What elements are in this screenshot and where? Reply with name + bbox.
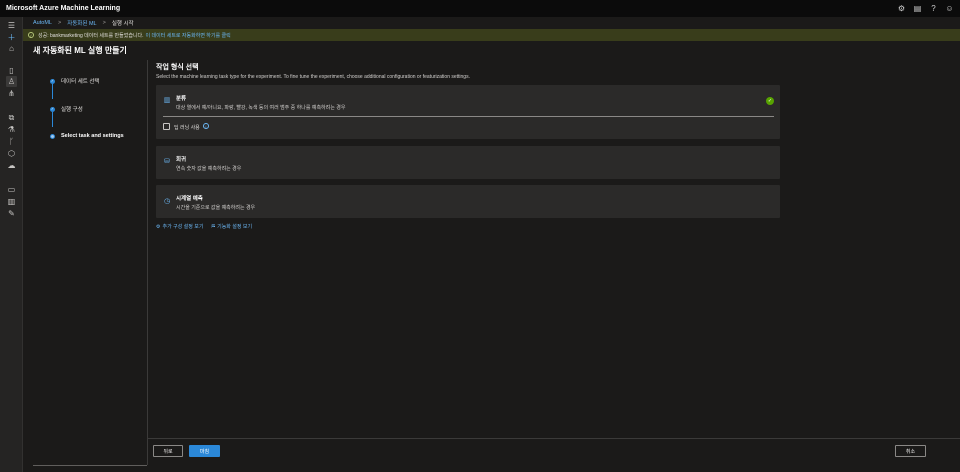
card-divider <box>163 116 774 117</box>
view-featurization-link[interactable]: ⛿ 기능화 설정 보기 <box>211 223 253 231</box>
selected-check-icon: ✓ <box>766 97 774 105</box>
finish-button[interactable]: 마침 <box>189 445 220 457</box>
main-content: 작업 형식 선택 Select the machine learning tas… <box>148 60 960 438</box>
info-icon[interactable]: i <box>203 123 209 129</box>
datastores-icon[interactable]: ▥ <box>6 196 17 207</box>
compute-icon[interactable]: ▭ <box>6 184 17 195</box>
smiley-icon[interactable]: ☺ <box>945 4 954 13</box>
view-config-link[interactable]: ⚙ 추가 구성 설정 보기 <box>156 223 204 231</box>
step-select-dataset[interactable]: ✓ 데이터 세트 선택 <box>50 77 99 85</box>
success-notice: ✓ 성공: bankmarketing 데이터 세트를 만들었습니다. 이 데이… <box>23 29 960 41</box>
plus-icon[interactable]: ＋ <box>6 32 17 43</box>
section-title: 작업 형식 선택 <box>156 64 199 71</box>
breadcrumb: AutoML > 자동화된 ML > 실행 시작 <box>23 17 960 29</box>
directory-icon[interactable]: ▤ <box>913 4 922 13</box>
step-label: 데이터 세트 선택 <box>61 79 100 85</box>
designer-icon[interactable]: ⋔ <box>6 88 17 99</box>
task-title: 분류 <box>176 96 187 102</box>
gear-icon[interactable]: ⚙ <box>897 4 906 13</box>
hamburger-icon[interactable]: ☰ <box>6 20 17 31</box>
help-icon[interactable]: ? <box>929 4 938 13</box>
task-description: 연속 숫자 값을 예측하려는 경우 <box>176 166 242 172</box>
models-icon[interactable]: ⬡ <box>6 148 17 159</box>
automl-icon[interactable]: ♙ <box>6 76 17 87</box>
gear-icon: ⚙ <box>156 223 161 230</box>
check-icon: ✓ <box>50 106 55 112</box>
task-card-regression[interactable]: ⛁ 회귀 연속 숫자 값을 예측하려는 경우 <box>156 146 780 179</box>
step-connector <box>52 84 53 99</box>
step-label: Select task and settings <box>61 133 124 139</box>
app-title: Microsoft Azure Machine Learning <box>6 5 121 12</box>
link-label: 기능화 설정 보기 <box>217 224 253 230</box>
step-task-settings[interactable]: Select task and settings <box>50 133 124 139</box>
labeling-icon[interactable]: ✎ <box>6 208 17 219</box>
regression-icon: ⛁ <box>164 158 170 165</box>
back-button[interactable]: 뒤로 <box>153 445 183 457</box>
page-title: 새 자동화된 ML 실행 만들기 <box>33 46 127 55</box>
step-label: 실행 구성 <box>61 107 83 113</box>
top-bar: Microsoft Azure Machine Learning ⚙ ▤ ? ☺ <box>0 0 960 17</box>
deep-learning-label: 딥 러닝 사용 <box>174 125 200 131</box>
breadcrumb-automl[interactable]: AutoML <box>33 20 52 26</box>
datasets-icon[interactable]: ⧉ <box>6 112 17 123</box>
deep-learning-checkbox[interactable] <box>163 123 170 130</box>
breadcrumb-current: 실행 시작 <box>111 21 134 27</box>
left-nav: ☰ ＋ ⌂ ▯ ♙ ⋔ ⧉ ⚗ ᚴ ⬡ ☁ ▭ ▥ ✎ <box>0 17 23 472</box>
pipelines-icon[interactable]: ᚴ <box>6 136 17 147</box>
featurization-icon: ⛿ <box>211 223 216 230</box>
task-card-forecasting[interactable]: ◷ 시계열 예측 시간을 기준으로 값을 예측하려는 경우 <box>156 185 780 218</box>
cancel-button[interactable]: 취소 <box>895 445 926 457</box>
step-configure-run[interactable]: ✓ 실행 구성 <box>50 105 83 113</box>
current-step-icon <box>50 133 55 139</box>
footer-bar: 뒤로 마침 취소 <box>148 438 960 472</box>
experiments-icon[interactable]: ⚗ <box>6 124 17 135</box>
classification-icon: ▥ <box>163 97 171 104</box>
wizard-steps: ✓ 데이터 세트 선택 ✓ 실행 구성 Select task and sett… <box>33 60 148 465</box>
task-description: 시간을 기준으로 값을 예측하려는 경우 <box>176 205 256 211</box>
chevron-right-icon: > <box>102 20 106 26</box>
check-circle-icon: ✓ <box>28 32 34 38</box>
notice-text: 성공: bankmarketing 데이터 세트를 만들었습니다. <box>38 32 144 39</box>
task-description: 대상 열에서 예/아니요, 파랑, 빨강, 녹색 등의 여러 범주 중 하나를 … <box>176 105 346 111</box>
task-card-classification[interactable]: ▥ 분류 대상 열에서 예/아니요, 파랑, 빨강, 녹색 등의 여러 범주 중… <box>156 85 780 139</box>
task-title: 시계열 예측 <box>176 196 203 202</box>
task-title: 회귀 <box>176 157 187 163</box>
home-icon[interactable]: ⌂ <box>6 43 17 54</box>
clock-icon: ◷ <box>163 198 171 205</box>
endpoints-icon[interactable]: ☁ <box>6 160 17 171</box>
step-connector <box>52 112 53 127</box>
section-description: Select the machine learning task type fo… <box>156 74 470 80</box>
breadcrumb-automated-ml[interactable]: 자동화된 ML <box>67 19 96 27</box>
notice-link[interactable]: 이 데이터 세트로 자동화하면 하기를 클릭 <box>146 32 231 39</box>
link-label: 추가 구성 설정 보기 <box>162 224 204 230</box>
check-icon: ✓ <box>50 78 55 84</box>
chevron-right-icon: > <box>57 20 62 26</box>
steps-divider <box>33 465 147 466</box>
notebook-icon[interactable]: ▯ <box>6 65 17 76</box>
